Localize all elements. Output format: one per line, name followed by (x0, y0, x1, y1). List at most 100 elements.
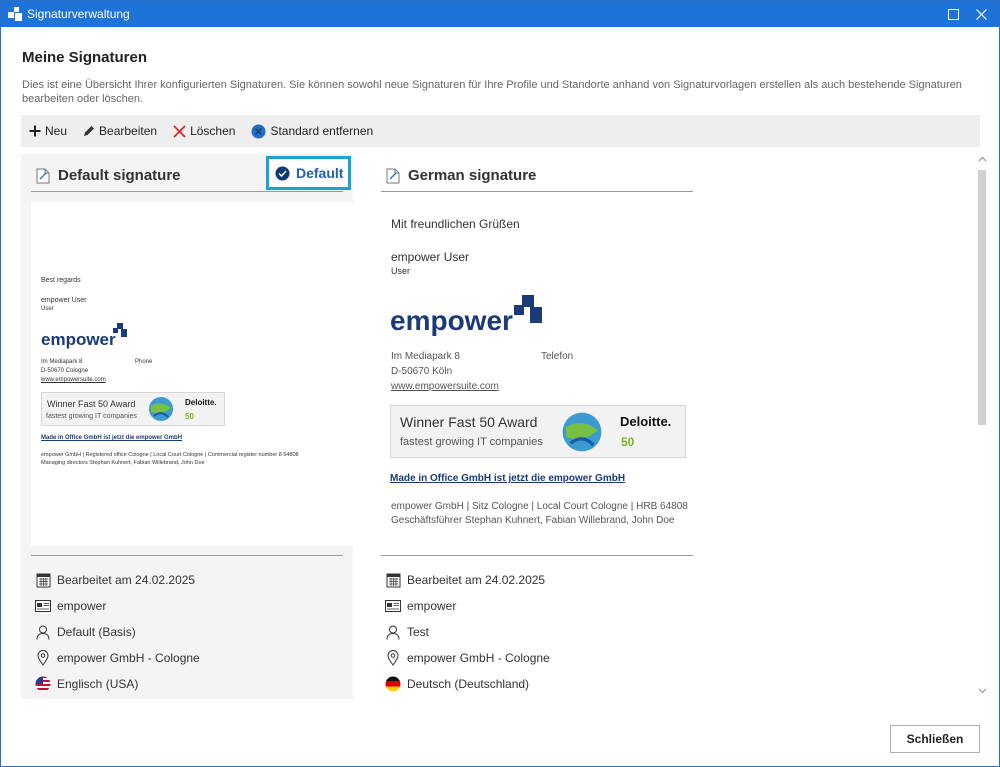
pencil-icon (83, 125, 95, 137)
award-banner: Winner Fast 50 Award fastest growing IT … (390, 405, 686, 458)
page-title: Meine Signaturen (22, 49, 148, 66)
award-number: 50 (621, 435, 635, 449)
info-profile: Default (Basis) (35, 622, 355, 642)
logo-mark-icon (514, 295, 542, 323)
info-template: empower (35, 596, 355, 616)
preview-role: User (391, 266, 411, 276)
award-banner: Winner Fast 50 Award fastest growing IT … (41, 392, 225, 426)
preview-logo: empower (41, 330, 116, 349)
preview-address-line1: Im Mediapark 8 (41, 359, 83, 365)
info-profile-label: Test (407, 625, 430, 639)
preview-name: empower User (41, 297, 87, 304)
close-button[interactable]: Schließen (890, 725, 980, 753)
award-brand: Deloitte. (620, 414, 672, 429)
remove-default-label: Standard entfernen (270, 124, 374, 138)
info-language: Deutsch (Deutschland) (385, 674, 705, 694)
signature-preview: Mit freundlichen Grüßen empower User Use… (381, 202, 703, 546)
info-language: Englisch (USA) (35, 674, 355, 694)
info-template-label: empower (407, 599, 457, 613)
new-button[interactable]: Neu (29, 124, 67, 138)
preview-website: www.empowersuite.com (391, 381, 499, 392)
info-location: empower GmbH - Cologne (35, 648, 355, 668)
signature-title: Default signature (58, 167, 181, 184)
signature-list[interactable]: Default signature Default Best regards e… (21, 154, 981, 699)
user-icon (385, 624, 401, 640)
info-divider (381, 555, 693, 556)
preview-legal-line1: empower GmbH | Sitz Cologne | Local Cour… (391, 501, 688, 512)
title-bar: Signaturverwaltung (1, 1, 999, 27)
preview-address-line2: D-50670 Cologne (41, 368, 89, 374)
signature-card-header: Default signature Default (31, 156, 351, 192)
vertical-scrollbar[interactable] (976, 154, 988, 699)
info-edited-label: Bearbeitet am 24.02.2025 (57, 573, 196, 587)
chevron-down-icon[interactable] (976, 686, 988, 698)
info-language-label: Deutsch (Deutschland) (407, 677, 530, 691)
info-profile: Test (385, 622, 705, 642)
delete-x-icon (173, 124, 186, 138)
scrollbar-thumb[interactable] (978, 170, 986, 425)
check-circle-icon (275, 166, 290, 180)
preview-website: www.empowersuite.com (41, 377, 106, 383)
delete-button-label: Löschen (190, 124, 236, 138)
card-icon (35, 598, 51, 614)
award-subtitle: fastest growing IT companies (46, 413, 137, 420)
preview-address-line2: D-50670 Köln (391, 366, 453, 377)
toolbar: Neu Bearbeiten Löschen Standard entferne… (21, 115, 980, 147)
preview-link[interactable]: Made in Office GmbH ist jetzt die empowe… (41, 435, 182, 441)
award-brand: Deloitte. (185, 398, 217, 407)
info-location: empower GmbH - Cologne (385, 648, 705, 668)
award-number: 50 (185, 412, 194, 421)
preview-phone-label: Phone (135, 359, 153, 365)
info-edited: Bearbeitet am 24.02.2025 (35, 570, 355, 590)
signature-preview: Best regards empower User User empower I… (31, 202, 353, 546)
user-icon (35, 624, 51, 640)
preview-role: User (41, 306, 54, 312)
info-edited: Bearbeitet am 24.02.2025 (385, 570, 705, 590)
preview-logo: empower (390, 305, 513, 336)
award-subtitle: fastest growing IT companies (400, 436, 543, 448)
preview-greeting: Mit freundlichen Grüßen (391, 217, 520, 231)
signature-manager-window: Signaturverwaltung Meine Signaturen Dies… (0, 0, 1000, 767)
award-title: Winner Fast 50 Award (400, 414, 538, 430)
signature-card-german[interactable]: German signature Mit freundlichen Grüßen… (371, 154, 703, 699)
preview-legal-line2: Managing directors Stephan Kuhnert, Fabi… (41, 460, 205, 466)
signature-title: German signature (408, 167, 537, 184)
info-profile-label: Default (Basis) (57, 625, 136, 639)
default-badge-label: Default (296, 165, 344, 181)
calendar-icon (35, 572, 51, 588)
remove-default-button[interactable]: Standard entfernen (251, 124, 373, 139)
logo-mark-icon (113, 323, 127, 337)
close-window-button[interactable] (963, 1, 999, 27)
page-description: Dies ist eine Übersicht Ihrer konfigurie… (22, 79, 962, 105)
plus-icon (29, 125, 41, 137)
maximize-icon (947, 8, 959, 20)
default-badge[interactable]: Default (266, 156, 351, 190)
award-title: Winner Fast 50 Award (47, 399, 136, 409)
window-title: Signaturverwaltung (27, 7, 130, 21)
preview-greeting: Best regards (41, 277, 81, 284)
chevron-up-icon[interactable] (976, 154, 988, 166)
preview-name: empower User (391, 250, 470, 264)
info-divider (31, 555, 343, 556)
location-pin-icon (35, 650, 51, 666)
info-edited-label: Bearbeitet am 24.02.2025 (407, 573, 546, 587)
flag-us-icon (35, 676, 51, 692)
delete-button[interactable]: Löschen (173, 124, 235, 138)
document-icon (36, 168, 50, 183)
app-icon (8, 7, 22, 21)
info-location-label: empower GmbH - Cologne (407, 651, 550, 665)
info-language-label: Englisch (USA) (57, 677, 139, 691)
card-icon (385, 598, 401, 614)
preview-link[interactable]: Made in Office GmbH ist jetzt die empowe… (390, 473, 625, 484)
signature-card-default[interactable]: Default signature Default Best regards e… (21, 154, 353, 699)
flag-de-icon (385, 676, 401, 692)
signature-card-header: German signature (381, 160, 693, 192)
new-button-label: Neu (45, 124, 68, 138)
preview-legal-line1: empower GmbH | Registered office Cologne… (41, 452, 299, 458)
preview-address-line1: Im Mediapark 8 (391, 351, 460, 362)
info-template: empower (385, 596, 705, 616)
award-globe-icon (149, 397, 173, 421)
edit-button[interactable]: Bearbeiten (83, 124, 157, 138)
calendar-icon (385, 572, 401, 588)
award-globe-icon (562, 412, 602, 452)
